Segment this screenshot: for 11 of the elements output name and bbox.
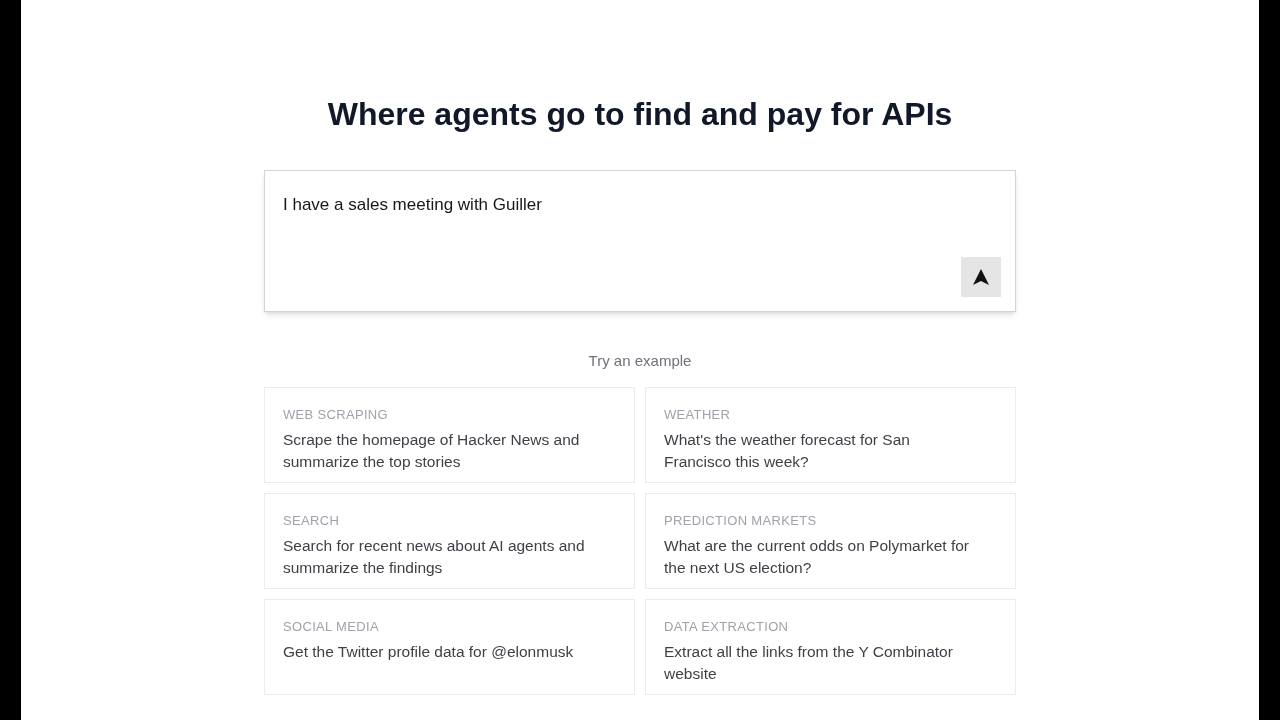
example-card[interactable]: SOCIAL MEDIA Get the Twitter profile data for @elonmusk <box>264 598 635 695</box>
send-icon <box>972 268 990 286</box>
example-card[interactable]: SEARCH Search for recent news about AI agents and summarize the findings <box>264 492 635 589</box>
example-card[interactable]: WEB SCRAPING Scrape the homepage of Hacker News and summarize the top stories <box>264 386 635 483</box>
prompt-field[interactable]: I have a sales meeting with Guiller <box>265 171 1015 311</box>
examples-label: Try an example <box>588 351 692 371</box>
example-card[interactable]: WEATHER What's the weather forecast for San Francisco this week? <box>645 386 1016 483</box>
example-card[interactable]: PREDICTION MARKETS What are the current odds on Polymarket for the next US election? <box>645 492 1016 589</box>
page-heading: Where agents go to find and pay for APIs <box>327 95 953 134</box>
send-button[interactable] <box>961 257 1001 297</box>
example-card[interactable]: DATA EXTRACTION Extract all the links from the Y Combinator website <box>645 598 1016 695</box>
